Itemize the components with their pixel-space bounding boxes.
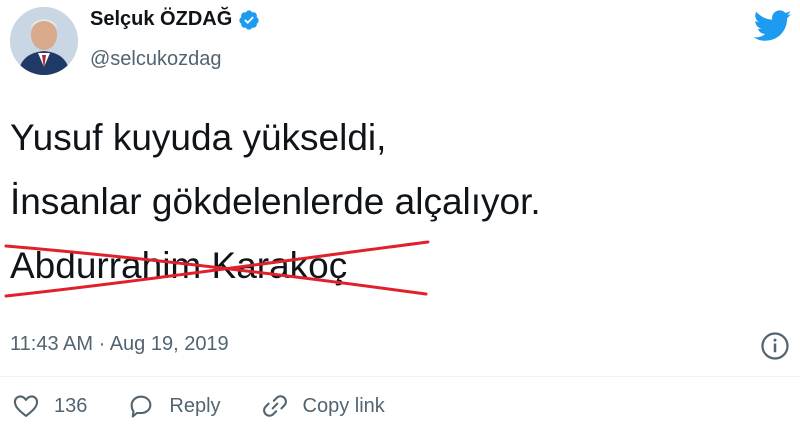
copy-link-label: Copy link xyxy=(302,394,385,417)
like-count: 136 xyxy=(54,394,88,417)
copy-link-button[interactable]: Copy link xyxy=(261,392,385,420)
profile-photo xyxy=(10,7,78,75)
like-button[interactable]: 136 xyxy=(12,392,87,420)
twitter-bird-icon[interactable] xyxy=(754,10,792,42)
display-name[interactable]: Selçuk ÖZDAĞ xyxy=(90,8,232,31)
tweet-line-2: İnsanlar gökdelenlerde alçalıyor. xyxy=(10,181,541,222)
reply-bubble-icon xyxy=(130,395,152,418)
tweet-line-1: Yusuf kuyuda yükseldi, xyxy=(10,117,387,158)
reply-button[interactable]: Reply xyxy=(127,392,221,420)
heart-icon xyxy=(13,395,39,417)
link-icon xyxy=(262,395,287,417)
avatar[interactable] xyxy=(10,7,78,75)
crossed-out-attribution: Abdurrahim Karakoç xyxy=(4,234,430,298)
red-cross-out-mark xyxy=(4,240,430,298)
tweet-timestamp[interactable]: 11:43 AM · Aug 19, 2019 xyxy=(10,333,229,356)
divider xyxy=(0,376,800,377)
info-icon[interactable] xyxy=(760,331,790,361)
verified-badge-icon xyxy=(239,9,259,30)
action-bar: 136 Reply Copy link xyxy=(12,392,425,420)
user-handle[interactable]: @selcukozdag xyxy=(90,48,221,71)
reply-label: Reply xyxy=(169,394,221,417)
tweet-text: Yusuf kuyuda yükseldi, İnsanlar gökdelen… xyxy=(4,106,541,298)
